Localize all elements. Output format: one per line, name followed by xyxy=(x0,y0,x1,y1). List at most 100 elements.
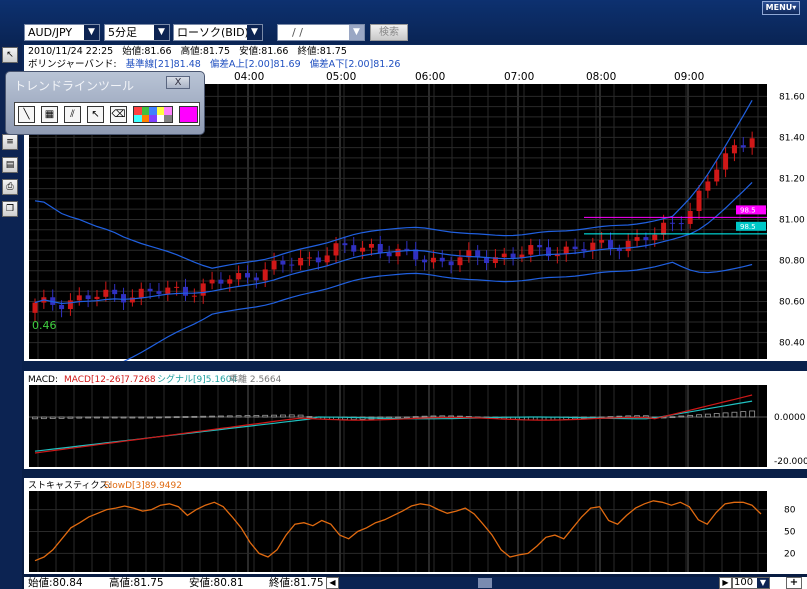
candle-body xyxy=(112,289,118,295)
pointer-icon[interactable]: ↖ xyxy=(87,106,104,123)
info-low: 安値:81.66 xyxy=(239,46,289,57)
color-swatch[interactable] xyxy=(141,114,150,122)
y-tick-label: 80.40 xyxy=(779,339,805,349)
chevron-down-icon[interactable]: ▼ xyxy=(757,578,769,588)
scroll-thumb[interactable] xyxy=(478,578,492,588)
macd-chart[interactable]: MACD: MACD[12-26]7.7268 シグナル[9]5.1604 乖離… xyxy=(24,371,807,469)
window-icon[interactable]: ▤ xyxy=(2,157,18,173)
candle-body xyxy=(138,288,144,298)
candle-body xyxy=(714,169,720,182)
candle-body xyxy=(439,257,445,262)
candle-body xyxy=(209,279,215,284)
candle-body xyxy=(395,248,401,257)
candle-body xyxy=(731,145,737,154)
symbol-select[interactable]: AUD/JPY ▼ xyxy=(24,24,100,41)
color-swatch[interactable] xyxy=(164,107,172,115)
color-swatch[interactable] xyxy=(164,114,172,122)
zoom-select[interactable]: 100 ▼ xyxy=(732,577,770,589)
interval-select[interactable]: 5分足 ▼ xyxy=(104,24,170,41)
zoom-in-button[interactable]: + xyxy=(786,577,802,589)
chevron-down-icon[interactable]: ▼ xyxy=(154,25,169,40)
candle-body xyxy=(183,286,189,296)
bb-upper: 偏差A上[2.00]81.69 xyxy=(209,59,301,70)
time-label: 05:00 xyxy=(326,71,356,83)
candle-body xyxy=(652,234,658,241)
color-swatch[interactable] xyxy=(156,107,165,115)
time-label: 06:00 xyxy=(415,71,445,83)
selected-color-swatch[interactable] xyxy=(179,106,198,123)
search-button[interactable]: 検索 xyxy=(370,24,408,41)
copy-icon[interactable]: ❐ xyxy=(2,201,18,217)
candle-body xyxy=(740,145,746,148)
stoch-panel[interactable]: ストキャスティクス: SlowD[3]89.9492 80 50 20 xyxy=(24,478,807,574)
horizontal-scrollbar[interactable]: ◀ ▶ xyxy=(326,577,732,589)
trendline-tool-title: トレンドラインツール xyxy=(14,79,135,93)
table-tool-icon[interactable]: ▦ xyxy=(41,106,58,123)
scroll-right-icon[interactable]: ▶ xyxy=(719,577,732,589)
candle-body xyxy=(696,190,702,211)
info-open: 始値:81.66 xyxy=(122,46,172,57)
candle-body xyxy=(59,304,65,310)
chevron-down-icon[interactable]: ▼ xyxy=(247,25,262,40)
candle-body xyxy=(563,246,569,254)
candle-body xyxy=(723,153,729,170)
color-swatch[interactable] xyxy=(149,114,157,122)
candle-body xyxy=(324,255,330,263)
candle-body xyxy=(572,246,578,250)
macd-panel[interactable]: MACD: MACD[12-26]7.7268 シグナル[9]5.1604 乖離… xyxy=(24,371,807,469)
candle-body xyxy=(76,295,82,301)
color-swatch[interactable] xyxy=(134,114,142,122)
candle-body xyxy=(705,181,711,191)
status-open: 始値:80.84 xyxy=(28,577,83,589)
date-input[interactable]: / / ▼ xyxy=(277,24,365,41)
scroll-left-icon[interactable]: ◀ xyxy=(326,577,339,589)
macd-value: MACD[12-26]7.7268 xyxy=(64,375,156,385)
menu-button[interactable]: MENU▾ xyxy=(762,1,800,15)
stoch-label: ストキャスティクス: xyxy=(28,480,111,491)
chevron-down-icon[interactable]: ▼ xyxy=(84,25,99,40)
color-swatch[interactable] xyxy=(134,107,142,115)
price-type-select[interactable]: ローソク(BID) ▼ xyxy=(173,24,263,41)
time-label: 04:00 xyxy=(234,71,264,83)
fan-tool-icon[interactable]: ⫽ xyxy=(64,106,81,123)
candle-body xyxy=(590,242,596,251)
color-swatch[interactable] xyxy=(156,114,165,122)
candle-body xyxy=(121,294,127,303)
trendline-tool-window[interactable]: トレンドラインツール X ╲ ▦ ⫽ ↖ ⌫ xyxy=(5,71,205,135)
candle-body xyxy=(457,257,463,266)
eraser-icon[interactable]: ⌫ xyxy=(110,106,127,123)
candle-body xyxy=(386,252,392,257)
print-icon[interactable]: ⎙ xyxy=(2,179,18,195)
candle-body xyxy=(634,237,640,241)
close-button[interactable]: X xyxy=(166,76,190,89)
candle-body xyxy=(315,257,321,263)
candle-body xyxy=(625,240,631,252)
list-icon[interactable]: ≡ xyxy=(2,134,18,150)
chevron-down-icon[interactable]: ▼ xyxy=(349,25,364,40)
line-tool-icon[interactable]: ╲ xyxy=(18,106,35,123)
color-palette[interactable] xyxy=(133,106,173,123)
candle-body xyxy=(599,239,605,243)
y-tick-label: 80.60 xyxy=(779,298,805,308)
candle-body xyxy=(67,300,73,310)
candle-body xyxy=(661,222,667,235)
candle-body xyxy=(244,273,250,278)
color-swatch[interactable] xyxy=(141,107,150,115)
candle-body xyxy=(749,138,755,148)
menu-caret-icon: ▾ xyxy=(792,3,797,12)
bollinger-info-bar: ボリンジャーバンド: 基準線[21]81.48 偏差A上[2.00]81.69 … xyxy=(24,58,807,71)
y-tick-label: 50 xyxy=(784,528,796,538)
candle-body xyxy=(289,264,295,266)
color-swatch[interactable] xyxy=(149,107,157,115)
candle-body xyxy=(147,288,153,292)
candle-body xyxy=(191,295,197,297)
magenta-tag-label: 98.5 xyxy=(740,206,756,214)
cursor-tool-icon[interactable]: ↖ xyxy=(2,47,18,63)
time-label: 09:00 xyxy=(674,71,704,83)
y-tick-label: 81.60 xyxy=(779,92,805,102)
y-tick-label: 81.20 xyxy=(779,174,805,184)
candle-body xyxy=(227,279,233,284)
stoch-chart[interactable]: ストキャスティクス: SlowD[3]89.9492 80 50 20 xyxy=(24,478,807,574)
y-tick-label: 81.00 xyxy=(779,215,805,225)
candle-body xyxy=(218,279,224,284)
